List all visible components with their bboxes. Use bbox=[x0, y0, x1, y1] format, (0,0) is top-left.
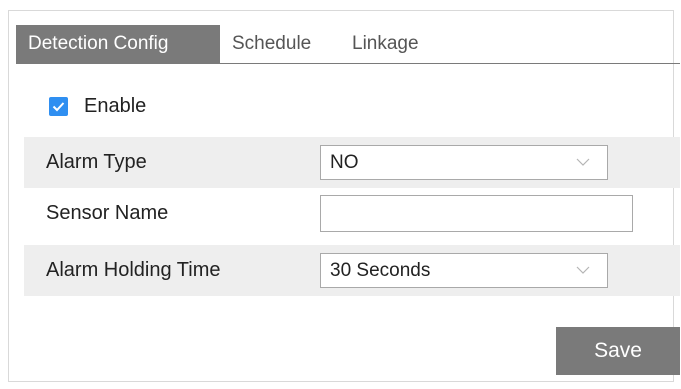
save-button[interactable]: Save bbox=[556, 327, 680, 375]
sensor-name-label: Sensor Name bbox=[46, 202, 169, 224]
alarm-holding-time-row: Alarm Holding Time 30 Seconds bbox=[24, 245, 680, 296]
alarm-type-value: NO bbox=[330, 152, 359, 173]
alarm-holding-time-label: Alarm Holding Time bbox=[46, 259, 221, 281]
chevron-down-icon bbox=[576, 158, 590, 166]
enable-checkbox[interactable] bbox=[49, 96, 68, 116]
alarm-holding-time-select[interactable]: 30 Seconds bbox=[320, 253, 608, 288]
enable-label: Enable bbox=[84, 94, 147, 117]
alarm-type-select[interactable]: NO bbox=[320, 145, 608, 180]
tab-bar: Detection Config Schedule Linkage bbox=[16, 25, 680, 64]
alarm-holding-time-value: 30 Seconds bbox=[330, 260, 431, 281]
sensor-name-input[interactable] bbox=[320, 195, 633, 232]
check-icon bbox=[52, 101, 65, 111]
enable-row: Enable bbox=[49, 92, 146, 120]
tab-schedule[interactable]: Schedule bbox=[220, 25, 323, 63]
sensor-name-row: Sensor Name bbox=[24, 188, 680, 239]
tab-detection-config[interactable]: Detection Config bbox=[16, 25, 220, 63]
alarm-type-row: Alarm Type NO bbox=[24, 137, 680, 188]
chevron-down-icon bbox=[576, 266, 590, 274]
tab-linkage[interactable]: Linkage bbox=[340, 25, 431, 63]
alarm-type-label: Alarm Type bbox=[46, 151, 147, 173]
